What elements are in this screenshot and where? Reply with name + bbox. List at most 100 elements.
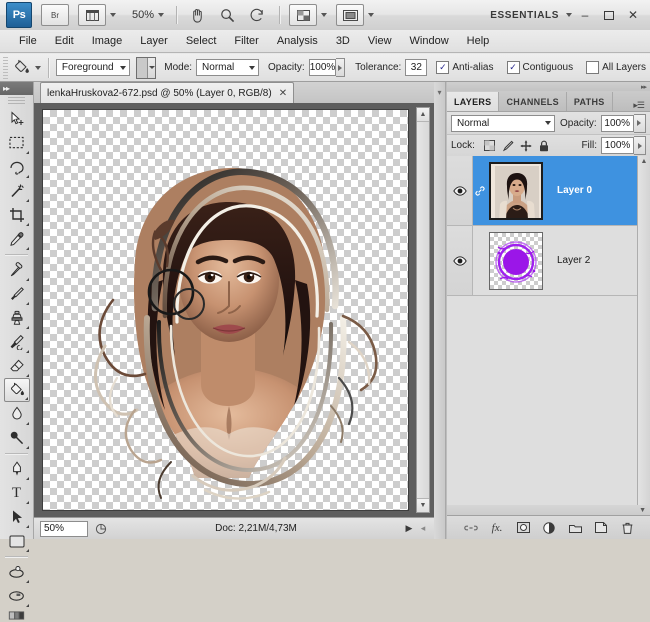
- menu-filter[interactable]: Filter: [225, 32, 267, 50]
- layer-name[interactable]: Layer 0: [557, 185, 592, 196]
- layer-name[interactable]: Layer 2: [557, 255, 590, 266]
- tools-panel-grip[interactable]: [8, 97, 25, 104]
- screen-mode-chevron-down-icon[interactable]: [368, 13, 375, 17]
- status-more-icon[interactable]: ◂: [416, 521, 430, 537]
- fill-source-select[interactable]: Foreground: [55, 59, 130, 76]
- paint-bucket-tool[interactable]: [3, 378, 30, 402]
- menu-image[interactable]: Image: [83, 32, 132, 50]
- minimize-button[interactable]: –: [574, 5, 596, 25]
- blur-tool[interactable]: [4, 402, 30, 426]
- expand-panels-icon[interactable]: ▾: [437, 88, 441, 539]
- arrange-chevron-down-icon[interactable]: [321, 13, 328, 17]
- scroll-up-icon[interactable]: ▲: [641, 158, 648, 165]
- layer-visibility-toggle[interactable]: [447, 226, 473, 295]
- scroll-down-icon[interactable]: ▼: [639, 507, 646, 514]
- tab-channels[interactable]: CHANNELS: [499, 92, 567, 111]
- opacity-slider-button[interactable]: [336, 58, 346, 77]
- dodge-tool[interactable]: [4, 426, 30, 450]
- menu-analysis[interactable]: Analysis: [268, 32, 327, 50]
- zoom-input[interactable]: 50%: [40, 520, 88, 537]
- lock-image-pixels-icon[interactable]: [501, 139, 515, 153]
- blend-mode-select[interactable]: Normal: [196, 59, 260, 76]
- screen-mode-button[interactable]: [336, 4, 365, 26]
- paint-bucket-icon[interactable]: [13, 57, 30, 79]
- crop-tool[interactable]: [4, 203, 30, 227]
- all-layers-checkbox[interactable]: All Layers: [586, 61, 650, 74]
- menu-layer[interactable]: Layer: [131, 32, 177, 50]
- layer-opacity-slider-button[interactable]: [633, 113, 646, 133]
- table-row[interactable]: Layer 2: [447, 226, 650, 296]
- link-layers-icon[interactable]: [464, 520, 479, 535]
- delete-layer-icon[interactable]: [620, 520, 635, 535]
- clone-stamp-tool[interactable]: [4, 306, 30, 330]
- menu-window[interactable]: Window: [401, 32, 458, 50]
- layer-thumbnail[interactable]: [489, 161, 543, 220]
- view-extras-button[interactable]: [78, 4, 106, 26]
- anti-alias-checkbox[interactable]: ✓ Anti-alias: [436, 61, 497, 74]
- tolerance-input[interactable]: 32: [405, 59, 428, 76]
- menu-edit[interactable]: Edit: [46, 32, 83, 50]
- canvas-viewport[interactable]: ▲ ▼: [34, 103, 434, 517]
- foreground-background-color[interactable]: [4, 608, 30, 622]
- menu-select[interactable]: Select: [177, 32, 226, 50]
- tab-paths[interactable]: PATHS: [567, 92, 613, 111]
- eraser-tool[interactable]: [4, 354, 30, 378]
- eyedropper-tool[interactable]: [4, 227, 30, 251]
- rectangle-shape-tool[interactable]: [4, 529, 30, 553]
- menu-help[interactable]: Help: [458, 32, 499, 50]
- menu-view[interactable]: View: [359, 32, 401, 50]
- tool-preset-chevron-down-icon[interactable]: [35, 65, 42, 70]
- options-bar-grip[interactable]: [3, 56, 9, 79]
- new-fill-adjustment-layer-icon[interactable]: [542, 520, 557, 535]
- canvas-vertical-scrollbar[interactable]: ▲ ▼: [416, 107, 430, 513]
- zoom-tool-icon[interactable]: [217, 5, 237, 25]
- preview-settings-icon[interactable]: [92, 521, 110, 537]
- canvas[interactable]: [42, 109, 409, 511]
- document-tab[interactable]: lenkaHruskova2-672.psd @ 50% (Layer 0, R…: [40, 82, 295, 103]
- move-tool[interactable]: [4, 107, 30, 131]
- close-icon[interactable]: ✕: [279, 88, 287, 99]
- rectangular-marquee-tool[interactable]: [4, 131, 30, 155]
- close-button[interactable]: ✕: [622, 5, 644, 25]
- magic-wand-tool[interactable]: [4, 179, 30, 203]
- menu-file[interactable]: File: [10, 32, 46, 50]
- panel-resize-strip[interactable]: ▼: [447, 505, 650, 515]
- maximize-button[interactable]: [598, 5, 620, 25]
- contiguous-checkbox[interactable]: ✓ Contiguous: [506, 61, 578, 74]
- pattern-swatch[interactable]: [135, 56, 157, 79]
- 3d-orbit-tool[interactable]: [4, 584, 30, 608]
- link-indicator-icon[interactable]: [473, 185, 487, 196]
- healing-brush-tool[interactable]: [4, 258, 30, 282]
- lock-all-icon[interactable]: [537, 139, 551, 153]
- view-extras-chevron-down-icon[interactable]: [110, 13, 116, 17]
- brush-tool[interactable]: [4, 282, 30, 306]
- workspace-chevron-down-icon[interactable]: [566, 13, 572, 17]
- layer-visibility-toggle[interactable]: [447, 156, 473, 225]
- panel-collapse-button[interactable]: ▸▸: [447, 82, 650, 91]
- add-layer-mask-icon[interactable]: [516, 520, 531, 535]
- workspace-switcher[interactable]: ESSENTIALS: [490, 10, 572, 21]
- arrange-documents-button[interactable]: [289, 4, 318, 26]
- scroll-down-icon[interactable]: ▼: [417, 498, 429, 512]
- layer-blend-mode-select[interactable]: Normal: [451, 114, 555, 132]
- path-selection-tool[interactable]: [4, 505, 30, 529]
- layer-opacity-input[interactable]: 100%: [600, 114, 634, 132]
- panel-menu-icon[interactable]: ▸☰: [627, 100, 650, 111]
- 3d-rotate-tool[interactable]: [4, 560, 30, 584]
- tab-layers[interactable]: LAYERS: [447, 92, 500, 111]
- status-play-icon[interactable]: ▶: [402, 521, 416, 537]
- lock-transparent-pixels-icon[interactable]: [483, 139, 497, 153]
- panel-dock-rail[interactable]: ▾: [434, 82, 446, 539]
- layer-list-scrollbar[interactable]: ▲: [637, 156, 650, 506]
- rotate-view-tool-icon[interactable]: [247, 5, 267, 25]
- table-row[interactable]: Layer 0: [447, 156, 650, 226]
- fill-slider-button[interactable]: [634, 136, 646, 155]
- opacity-input[interactable]: 100%: [308, 59, 337, 76]
- photoshop-logo-icon[interactable]: Ps: [6, 2, 32, 28]
- layer-thumbnail[interactable]: [489, 231, 543, 290]
- pen-tool[interactable]: [4, 457, 30, 481]
- new-group-icon[interactable]: [568, 520, 583, 535]
- bridge-button[interactable]: Br: [41, 4, 69, 26]
- type-tool[interactable]: T: [4, 481, 30, 505]
- hand-tool-icon[interactable]: [187, 5, 207, 25]
